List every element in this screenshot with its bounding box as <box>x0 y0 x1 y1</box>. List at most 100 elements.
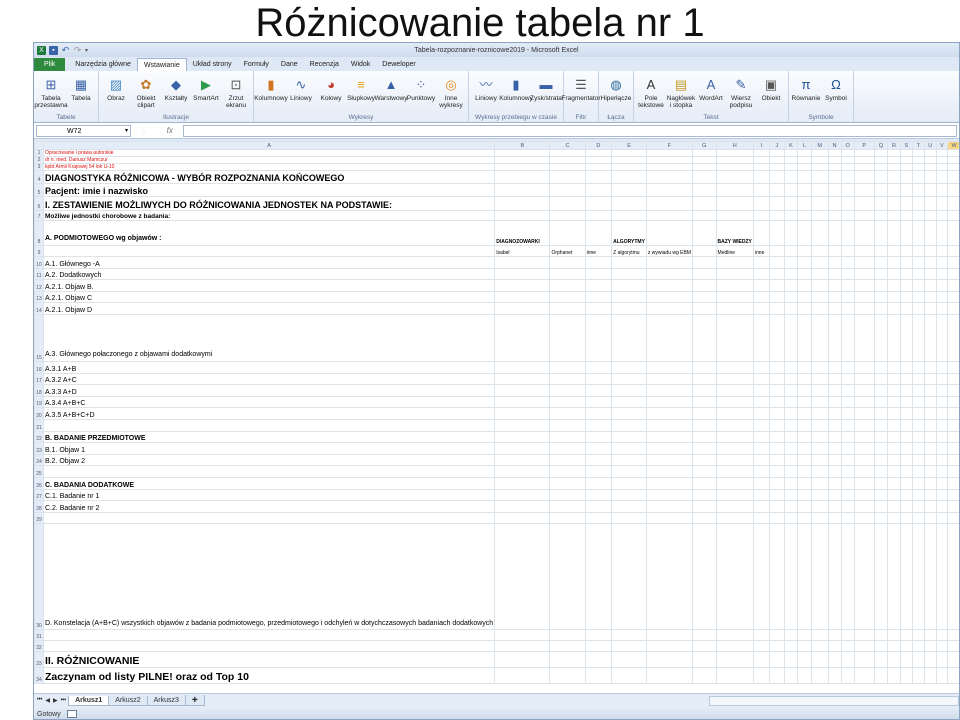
cell-r11[interactable] <box>887 267 901 281</box>
cell-v34[interactable] <box>935 667 949 685</box>
cell-j10[interactable] <box>769 256 785 269</box>
cell-g7[interactable] <box>691 210 717 221</box>
cell-f2[interactable] <box>645 156 693 164</box>
cell-c1[interactable] <box>549 149 586 157</box>
cell-m25[interactable] <box>810 465 829 478</box>
cell-m5[interactable] <box>810 183 829 197</box>
cell-u34[interactable] <box>923 667 937 685</box>
cell-t32[interactable] <box>911 640 925 653</box>
cell-i14[interactable] <box>752 302 771 315</box>
cell-d27[interactable] <box>584 488 613 502</box>
cell-k27[interactable] <box>783 488 799 502</box>
cell-i20[interactable] <box>752 407 771 420</box>
column-header-u[interactable]: U <box>923 141 937 150</box>
cell-j33[interactable] <box>769 651 785 669</box>
cell-t33[interactable] <box>911 651 925 669</box>
cell-m24[interactable] <box>810 453 829 467</box>
cell-c23[interactable] <box>549 442 586 455</box>
cell-r9[interactable] <box>887 245 901 257</box>
cell-a20[interactable]: A.3.5 A+B+C+D <box>42 407 496 420</box>
cell-f21[interactable] <box>645 418 693 432</box>
cell-t4[interactable] <box>911 170 925 184</box>
cell-a32[interactable] <box>42 640 496 653</box>
chevron-down-icon[interactable]: ▾ <box>125 126 128 137</box>
cell-d26[interactable] <box>584 476 613 490</box>
cell-t21[interactable] <box>911 418 925 432</box>
cell-n9[interactable] <box>827 245 842 257</box>
cell-f4[interactable] <box>645 170 693 184</box>
cell-i7[interactable] <box>752 210 771 221</box>
cell-j20[interactable] <box>769 407 785 420</box>
cell-v6[interactable] <box>935 196 949 211</box>
cell-h17[interactable] <box>715 372 754 386</box>
cell-o19[interactable] <box>840 395 855 409</box>
cell-i8[interactable] <box>752 220 771 246</box>
cell-i4[interactable] <box>752 170 771 184</box>
cell-p17[interactable] <box>853 372 875 386</box>
cell-j11[interactable] <box>769 267 785 281</box>
column-header-n[interactable]: N <box>827 141 842 150</box>
cell-o2[interactable] <box>840 156 855 164</box>
row-header[interactable]: 16 <box>34 360 44 374</box>
cell-b18[interactable] <box>494 384 551 397</box>
cell-r32[interactable] <box>887 640 901 653</box>
save-icon[interactable]: ▪ <box>49 45 58 55</box>
cell-d3[interactable] <box>584 163 613 171</box>
cell-k5[interactable] <box>783 183 799 197</box>
cell-m20[interactable] <box>810 407 829 420</box>
cell-n28[interactable] <box>827 500 842 513</box>
cell-w30[interactable] <box>947 523 959 631</box>
cell-r13[interactable] <box>887 290 901 304</box>
cell-n29[interactable] <box>827 511 842 525</box>
cell-i5[interactable] <box>752 183 771 197</box>
cell-i19[interactable] <box>752 395 771 409</box>
cell-p4[interactable] <box>853 170 875 184</box>
cell-e7[interactable] <box>611 210 647 221</box>
cell-h33[interactable] <box>715 651 754 669</box>
cell-m23[interactable] <box>810 442 829 455</box>
row-header[interactable]: 2 <box>34 156 44 164</box>
row-header[interactable]: 17 <box>34 372 44 386</box>
cell-j28[interactable] <box>769 500 785 513</box>
row-header[interactable]: 19 <box>34 395 44 409</box>
cell-w12[interactable] <box>947 279 959 292</box>
cell-h29[interactable] <box>715 511 754 525</box>
cell-l34[interactable] <box>797 667 812 685</box>
row-header[interactable]: 33 <box>34 651 44 669</box>
cell-g16[interactable] <box>691 360 717 374</box>
cell-s13[interactable] <box>899 290 913 304</box>
cell-e12[interactable] <box>611 279 647 292</box>
row-header[interactable]: 13 <box>34 290 44 304</box>
cell-n14[interactable] <box>827 302 842 315</box>
cell-i13[interactable] <box>752 290 771 304</box>
cell-i2[interactable] <box>752 156 771 164</box>
row-header[interactable]: 22 <box>34 430 44 444</box>
cell-l3[interactable] <box>797 163 812 171</box>
cell-q10[interactable] <box>873 256 889 269</box>
cell-h20[interactable] <box>715 407 754 420</box>
cell-m21[interactable] <box>810 418 829 432</box>
cell-h24[interactable] <box>715 453 754 467</box>
cell-v19[interactable] <box>935 395 949 409</box>
cell-p10[interactable] <box>853 256 875 269</box>
cell-o25[interactable] <box>840 465 855 478</box>
cell-k33[interactable] <box>783 651 799 669</box>
cell-g28[interactable] <box>691 500 717 513</box>
cell-a33[interactable]: II. RÓŻNICOWANIE <box>42 651 496 669</box>
cell-l26[interactable] <box>797 476 812 490</box>
cell-s10[interactable] <box>899 256 913 269</box>
cell-g6[interactable] <box>691 196 717 211</box>
cell-w2[interactable] <box>947 156 959 164</box>
cell-a5[interactable]: Pacjent: imie i nazwisko <box>42 183 496 197</box>
cell-g23[interactable] <box>691 442 717 455</box>
row-header[interactable]: 14 <box>34 302 44 315</box>
cell-i18[interactable] <box>752 384 771 397</box>
cell-n20[interactable] <box>827 407 842 420</box>
cell-p8[interactable] <box>853 220 875 246</box>
cell-t17[interactable] <box>911 372 925 386</box>
cell-k30[interactable] <box>783 523 799 631</box>
cell-p33[interactable] <box>853 651 875 669</box>
cell-f26[interactable] <box>645 476 693 490</box>
cell-w24[interactable] <box>947 453 959 467</box>
cell-n34[interactable] <box>827 667 842 685</box>
